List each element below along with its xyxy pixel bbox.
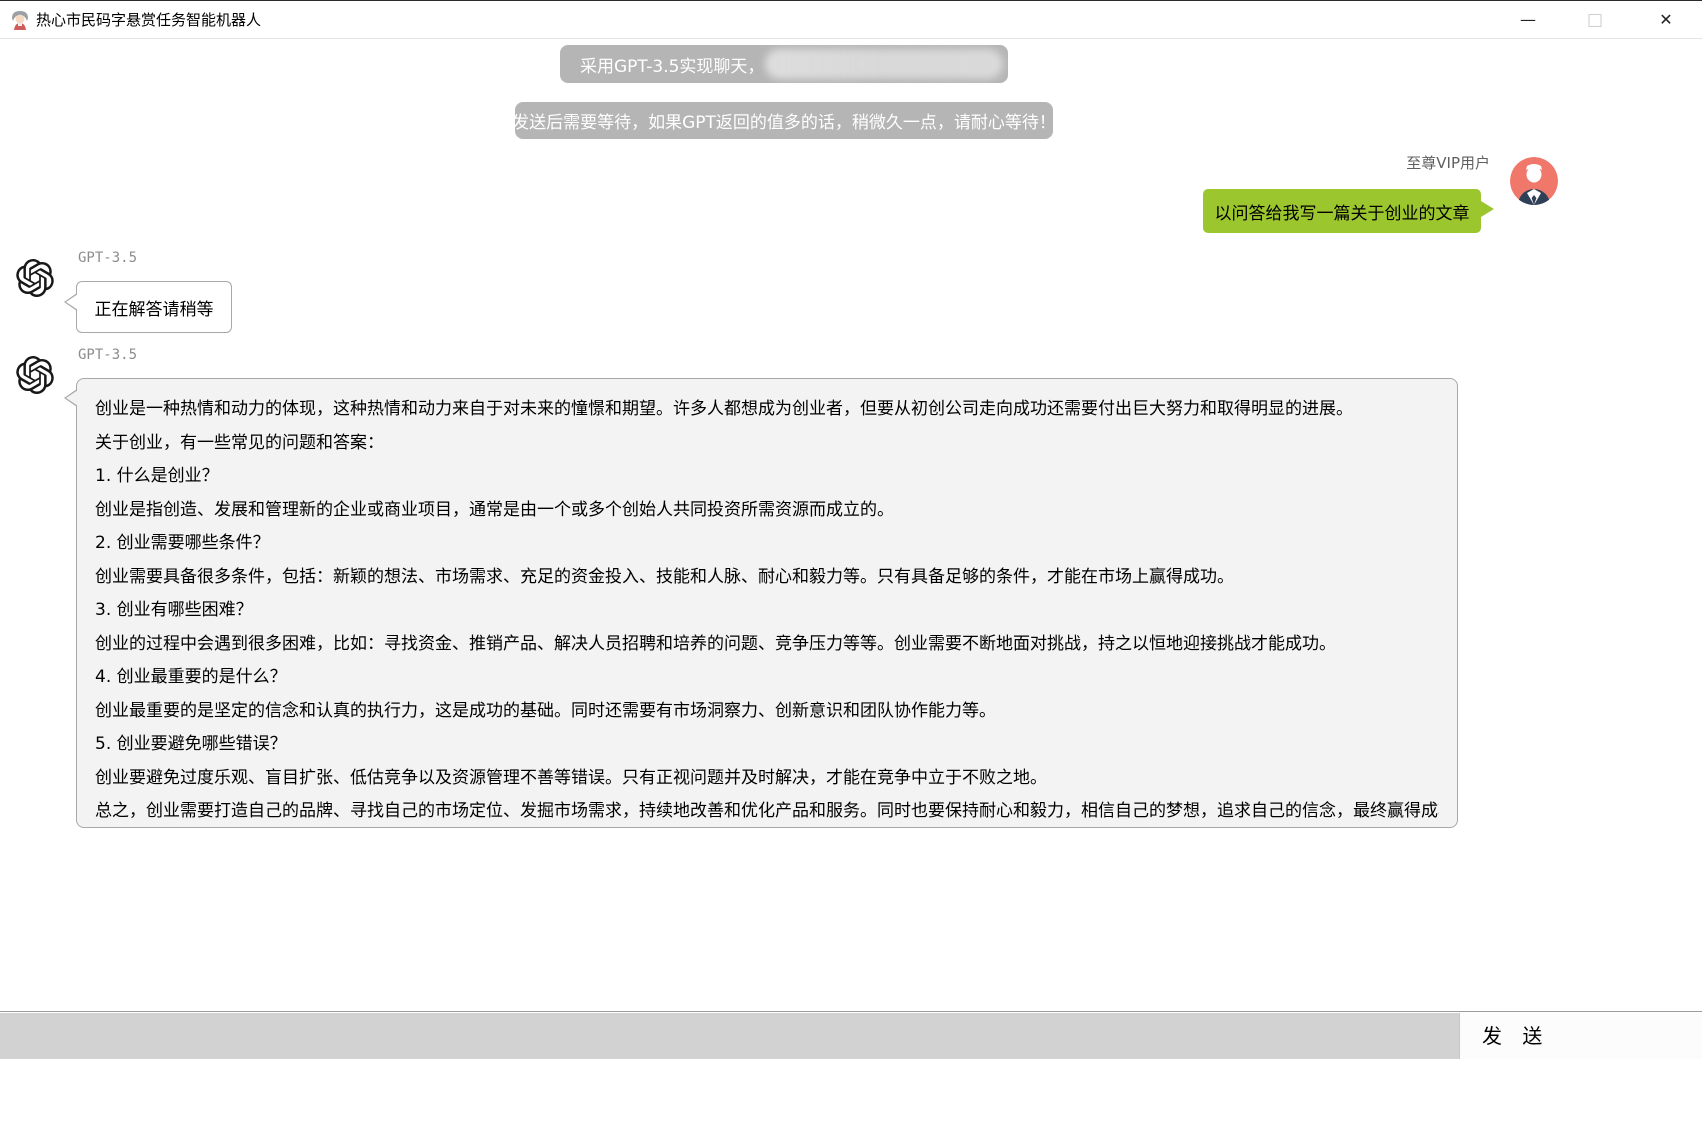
- answer-line: 总之，创业需要打造自己的品牌、寻找自己的市场定位、发掘市场需求，持续地改善和优化…: [95, 795, 1439, 829]
- answer-line: 3. 创业有哪些困难？: [95, 594, 1439, 628]
- send-button[interactable]: 发 送: [1459, 1013, 1702, 1059]
- notice-banner-gpt-text: 采用GPT-3.5实现聊天，: [580, 52, 764, 77]
- bot-status-bubble: 正在解答请稍等: [76, 281, 232, 333]
- answer-line: 创业是一种热情和动力的体现，这种热情和动力来自于对未来的憧憬和期望。许多人都想成…: [95, 393, 1439, 427]
- user-message-bubble: 以问答给我写一篇关于创业的文章: [1203, 189, 1481, 233]
- answer-line: 5. 创业要避免哪些错误？: [95, 728, 1439, 762]
- notice-banner-wait: 发送后需要等待，如果GPT返回的值多的话，稍微久一点，请耐心等待！: [515, 102, 1053, 139]
- redacted-blur-region: [765, 49, 1003, 79]
- bot-answer-bubble: 创业是一种热情和动力的体现，这种热情和动力来自于对未来的憧憬和期望。许多人都想成…: [76, 378, 1458, 828]
- answer-line: 创业要避免过度乐观、盲目扩张、低估竞争以及资源管理不善等错误。只有正视问题并及时…: [95, 762, 1439, 796]
- notice-banner-wait-text: 发送后需要等待，如果GPT返回的值多的话，稍微久一点，请耐心等待！: [512, 108, 1056, 133]
- answer-line: 4. 创业最重要的是什么？: [95, 661, 1439, 695]
- bubble-tail: [66, 294, 78, 310]
- title-bar: 热心市民码字悬赏任务智能机器人 — □ ✕: [0, 1, 1702, 39]
- answer-line: 创业需要具备很多条件，包括：新颖的想法、市场需求、充足的资金投入、技能和人脉、耐…: [95, 561, 1439, 595]
- answer-line: 创业是指创造、发展和管理新的企业或商业项目，通常是由一个或多个创始人共同投资所需…: [95, 494, 1439, 528]
- bot-sender-label: GPT-3.5: [78, 347, 137, 363]
- businessman-icon: [1510, 157, 1558, 205]
- composer-bar: 发 送: [0, 1011, 1702, 1058]
- answer-line: 关于创业，有一些常见的问题和答案：: [95, 427, 1439, 461]
- answer-line: 1. 什么是创业？: [95, 460, 1439, 494]
- answer-line: 创业的过程中会遇到很多困难，比如：寻找资金、推销产品、解决人员招聘和培养的问题、…: [95, 628, 1439, 662]
- close-icon[interactable]: ✕: [1643, 1, 1689, 39]
- message-input[interactable]: [0, 1013, 1459, 1059]
- bot-status-text: 正在解答请稍等: [95, 295, 214, 320]
- answer-line: 2. 创业需要哪些条件？: [95, 527, 1439, 561]
- maximize-icon[interactable]: □: [1572, 1, 1618, 39]
- bubble-tail: [1481, 201, 1494, 217]
- app-window: { "window": { "title": "热心市民码字悬赏任务智能机器人"…: [0, 0, 1702, 1147]
- minimize-icon[interactable]: —: [1505, 1, 1551, 39]
- user-sender-label: 至尊VIP用户: [1406, 152, 1490, 173]
- openai-logo-icon: [16, 356, 54, 394]
- answer-line: 创业最重要的是坚定的信念和认真的执行力，这是成功的基础。同时还需要有市场洞察力、…: [95, 695, 1439, 729]
- bot-sender-label: GPT-3.5: [78, 250, 137, 266]
- user-message-text: 以问答给我写一篇关于创业的文章: [1215, 199, 1470, 224]
- app-icon: [9, 9, 31, 31]
- bubble-tail: [66, 390, 78, 406]
- user-avatar: [1510, 157, 1558, 205]
- notice-banner-gpt: 采用GPT-3.5实现聊天，: [560, 45, 1008, 83]
- window-title: 热心市民码字悬赏任务智能机器人: [36, 1, 261, 39]
- openai-logo-icon: [16, 259, 54, 297]
